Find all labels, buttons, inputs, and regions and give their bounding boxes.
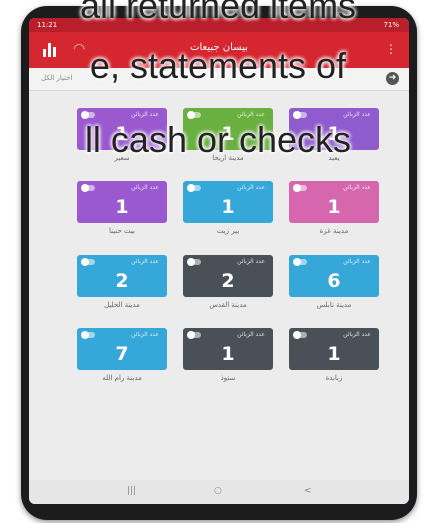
customer-count-card[interactable]: عدد الزبائن 7 [77,328,167,370]
customer-count-card[interactable]: عدد الزبائن 1 [289,181,379,223]
city-name: بير زيت [216,227,240,235]
card-toggle[interactable] [293,331,307,339]
customer-count: 7 [115,343,129,365]
card-toggle[interactable] [293,111,307,119]
customer-count-card[interactable]: عدد الزبائن 1 [77,181,167,223]
customer-count: 1 [221,196,235,218]
city-name: مدينة الخليل [104,301,140,309]
customer-count-card[interactable]: عدد الزبائن 2 [183,255,273,297]
customer-count: 2 [115,270,129,292]
customer-count-card[interactable]: عدد الزبائن 2 [77,255,167,297]
city-name: مدينة القدس [209,301,247,309]
card-toggle[interactable] [81,258,95,266]
card-toggle[interactable] [81,111,95,119]
card-toggle[interactable] [187,258,201,266]
card-toggle[interactable] [187,111,201,119]
customer-count: 2 [221,270,235,292]
card-header-label: عدد الزبائن [131,258,159,265]
overlay-text-line: e, statements of [89,45,347,86]
customer-count-card[interactable]: عدد الزبائن 6 [289,255,379,297]
card-header-label: عدد الزبائن [343,258,371,265]
card-header-label: عدد الزبائن [131,184,159,191]
card-header-label: عدد الزبائن [343,111,371,118]
card-toggle[interactable] [187,184,201,192]
customer-count-card[interactable]: عدد الزبائن 1 [183,328,273,370]
card-header-label: عدد الزبائن [237,258,265,265]
overlay-text-line: ll cash or checks [84,119,352,160]
city-name: زبابدة [325,374,343,382]
city-name: مدينة نابلس [316,301,352,309]
card-header-label: عدد الزبائن [237,111,265,118]
card-header-label: عدد الزبائن [237,184,265,191]
card-toggle[interactable] [81,184,95,192]
customer-count: 1 [115,196,129,218]
card-header-label: عدد الزبائن [343,184,371,191]
back-icon[interactable]: < [304,486,312,496]
card-toggle[interactable] [293,184,307,192]
city-name: مدينة رام الله [102,374,142,382]
customer-count: 1 [327,343,341,365]
city-name: ستوذ [220,374,236,382]
recents-icon[interactable]: ||| [127,486,136,496]
overlay-text-line: all returned items [79,0,357,26]
customer-count-card[interactable]: عدد الزبائن 1 [183,181,273,223]
navigation-bar: ||| ○ < [29,480,409,504]
customer-count: 1 [327,196,341,218]
card-header-label: عدد الزبائن [237,331,265,338]
card-header-label: عدد الزبائن [131,331,159,338]
customer-count: 6 [327,270,341,292]
customer-count-card[interactable]: عدد الزبائن 1 [289,328,379,370]
card-toggle[interactable] [293,258,307,266]
home-icon[interactable]: ○ [214,486,222,496]
customer-count: 1 [221,343,235,365]
card-header-label: عدد الزبائن [131,111,159,118]
card-toggle[interactable] [81,331,95,339]
card-toggle[interactable] [187,331,201,339]
screen: 11:21 71% ◠ بيسان جبيعات ⋮ اختيار الكل ➜… [29,18,409,504]
city-name: مدينة غزة [319,227,349,235]
city-name: بيت حنينا [109,227,135,235]
card-header-label: عدد الزبائن [343,331,371,338]
